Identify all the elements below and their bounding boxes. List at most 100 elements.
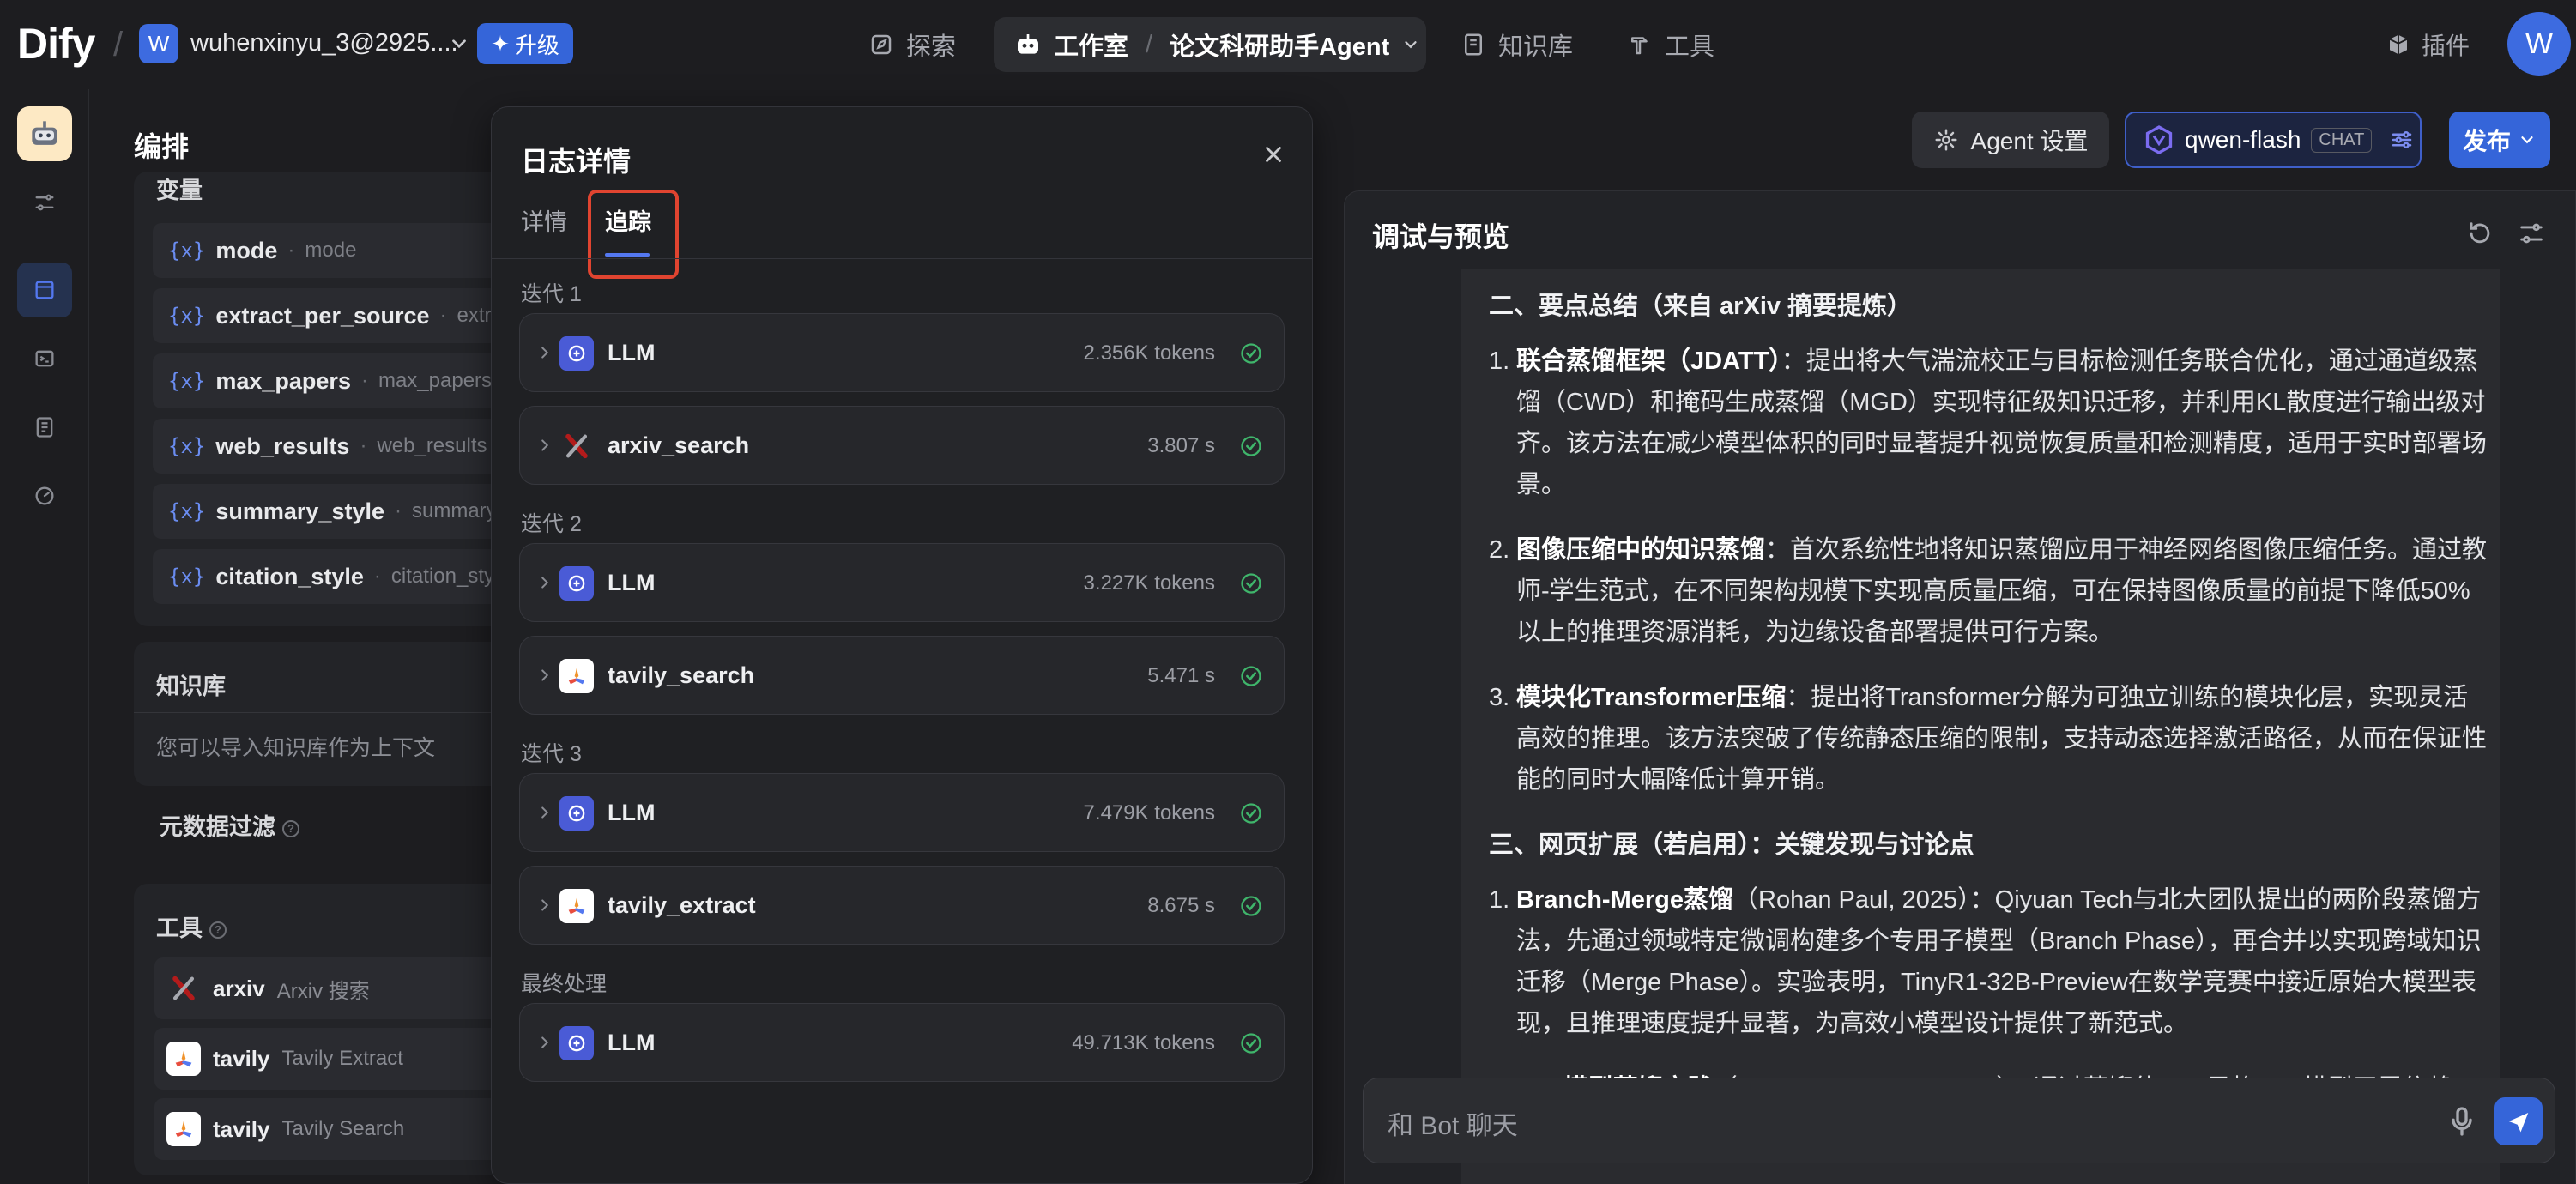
chevron-right-icon[interactable] [535, 1033, 554, 1052]
check-circle-icon [1239, 1031, 1263, 1055]
variable-row[interactable]: {x} extract_per_source · extrac [153, 288, 546, 343]
chevron-right-icon[interactable] [535, 803, 554, 822]
user-avatar[interactable]: W [2507, 12, 2571, 76]
nav-knowledge[interactable]: 知识库 [1460, 24, 1573, 65]
chevron-right-icon[interactable] [535, 896, 554, 915]
nav-tools[interactable]: 工具 [1627, 24, 1714, 65]
trace-metric: 7.479K tokens [1083, 801, 1215, 825]
send-button[interactable] [2494, 1097, 2543, 1145]
trace-node-name: LLM [608, 1030, 656, 1055]
knowledge-card: 知识库 您可以导入知识库作为上下文 [134, 642, 546, 786]
sidebar-orchestrate-button[interactable] [17, 263, 72, 317]
variable-row[interactable]: {x} mode · mode [153, 223, 546, 278]
tavily-icon [559, 659, 594, 693]
metadata-filter[interactable]: 元数据过滤? [134, 796, 546, 848]
chevron-right-icon[interactable] [535, 343, 554, 362]
sidebar-logs-button[interactable] [17, 400, 72, 455]
tool-row[interactable]: arxiv Arxiv 搜索 [154, 957, 546, 1019]
trace-row[interactable]: tavily_extract 8.675 s [519, 866, 1285, 945]
nav-plugins[interactable]: 插件 [2386, 24, 2470, 65]
check-circle-icon [1239, 341, 1263, 365]
close-icon[interactable] [1261, 142, 1286, 167]
chevron-right-icon[interactable] [535, 573, 554, 592]
list-text: 模块化Transformer压缩：提出将Transformer分解为可独立训练的… [1516, 677, 2493, 800]
sliders-icon[interactable] [2389, 127, 2415, 153]
help-icon[interactable]: ? [209, 921, 227, 939]
variable-name: extract_per_source [215, 302, 430, 329]
llm-icon [559, 796, 594, 831]
divider [134, 712, 546, 713]
workspace-name[interactable]: wuhenxinyu_3@2925.... [190, 29, 458, 57]
refresh-icon[interactable] [2465, 219, 2494, 248]
annotation-highlight-box [588, 190, 679, 279]
nav-explore[interactable]: 探索 [868, 24, 956, 65]
list-bold-title: 图像压缩中的知识蒸馏 [1516, 536, 1766, 564]
microphone-icon[interactable] [2445, 1104, 2479, 1139]
workspace-avatar[interactable]: W [139, 24, 178, 63]
variable-row[interactable]: {x} web_results · web_results [153, 419, 546, 474]
trace-metric: 8.675 s [1147, 894, 1215, 917]
sidebar-monitor-button[interactable] [17, 468, 72, 523]
check-circle-icon [1239, 894, 1263, 918]
trace-node-name: tavily_search [608, 662, 755, 688]
tool-row[interactable]: tavily Tavily Extract [154, 1028, 546, 1090]
list-number: 1. [1489, 886, 1510, 914]
answer-list-item: 1. Branch-Merge蒸馏（Rohan Paul, 2025）：Qiyua… [1489, 879, 2493, 1044]
tool-description: Arxiv 搜索 [276, 979, 370, 1003]
agent-settings-button[interactable]: Agent 设置 [1912, 112, 2109, 168]
trace-metric: 3.227K tokens [1083, 571, 1215, 595]
separator-dot: · [287, 239, 295, 262]
help-icon[interactable]: ? [282, 819, 299, 837]
separator-dot: · [394, 499, 402, 523]
app-name[interactable]: 论文科研助手Agent [1170, 27, 1389, 63]
variable-icon: {x} [168, 499, 206, 523]
sparkle-icon: ✦ [491, 30, 510, 57]
list-text: Branch-Merge蒸馏（Rohan Paul, 2025）：Qiyuan … [1516, 879, 2493, 1044]
trace-row[interactable]: tavily_search 5.471 s [519, 636, 1285, 715]
app-sidebar [0, 89, 89, 1184]
tab-details[interactable]: 详情 [521, 203, 567, 237]
trace-row[interactable]: LLM 49.713K tokens [519, 1003, 1285, 1082]
model-selector[interactable]: qwen-flash CHAT [2125, 112, 2422, 168]
list-text: 联合蒸馏框架（JDATT）：提出将大气湍流校正与目标检测任务联合优化，通过通道级… [1516, 341, 2493, 505]
list-number: 2. [1489, 536, 1510, 564]
nav-studio[interactable]: 工作室 / 论文科研助手Agent [994, 17, 1426, 72]
chevron-down-icon[interactable] [448, 33, 470, 55]
trace-row[interactable]: arxiv_search 3.807 s [519, 406, 1285, 485]
trace-row[interactable]: LLM 7.479K tokens [519, 773, 1285, 852]
separator-dot: · [373, 565, 381, 588]
sidebar-api-button[interactable] [17, 331, 72, 386]
sidebar-settings-button[interactable] [17, 175, 72, 230]
tool-description: Tavily Extract [281, 1047, 403, 1070]
dify-logo[interactable]: Dify [17, 19, 95, 69]
trace-node-name: arxiv_search [608, 432, 750, 458]
publish-button[interactable]: 发布 [2449, 112, 2550, 168]
variable-row[interactable]: {x} max_papers · max_papers [153, 353, 546, 408]
trace-metric: 3.807 s [1147, 434, 1215, 457]
trace-metric: 49.713K tokens [1072, 1031, 1215, 1054]
app-icon[interactable] [17, 106, 72, 161]
list-text: 图像压缩中的知识蒸馏：首次系统性地将知识蒸馏应用于神经网络图像压缩任务。通过教师… [1516, 529, 2493, 653]
settings-icon[interactable] [2517, 219, 2546, 248]
trace-row[interactable]: LLM 2.356K tokens [519, 313, 1285, 392]
cube-icon [2389, 34, 2408, 55]
chevron-down-icon [2521, 136, 2533, 144]
tavily-icon [166, 1042, 201, 1076]
chevron-right-icon[interactable] [535, 436, 554, 455]
top-bar: Dify / W wuhenxinyu_3@2925.... ✦ 升级 探索 工… [0, 0, 2576, 89]
chevron-right-icon[interactable] [535, 666, 554, 685]
iteration-label: 迭代 2 [521, 512, 582, 536]
upgrade-button[interactable]: ✦ 升级 [477, 23, 573, 64]
variable-row[interactable]: {x} summary_style · summary_ [153, 484, 546, 539]
tool-row[interactable]: tavily Tavily Search [154, 1098, 546, 1160]
chat-input[interactable]: 和 Bot 聊天 [1363, 1078, 2555, 1163]
variable-icon: {x} [168, 239, 206, 263]
chevron-down-icon[interactable] [1401, 35, 1420, 54]
model-type-badge: CHAT [2311, 127, 2373, 153]
list-number: 1. [1489, 347, 1510, 375]
trace-row[interactable]: LLM 3.227K tokens [519, 543, 1285, 622]
robot-icon [1018, 34, 1038, 54]
variable-row[interactable]: {x} citation_style · citation_styl [153, 549, 546, 604]
tools-title: 工具 [156, 915, 203, 941]
separator-dot: · [360, 434, 367, 457]
